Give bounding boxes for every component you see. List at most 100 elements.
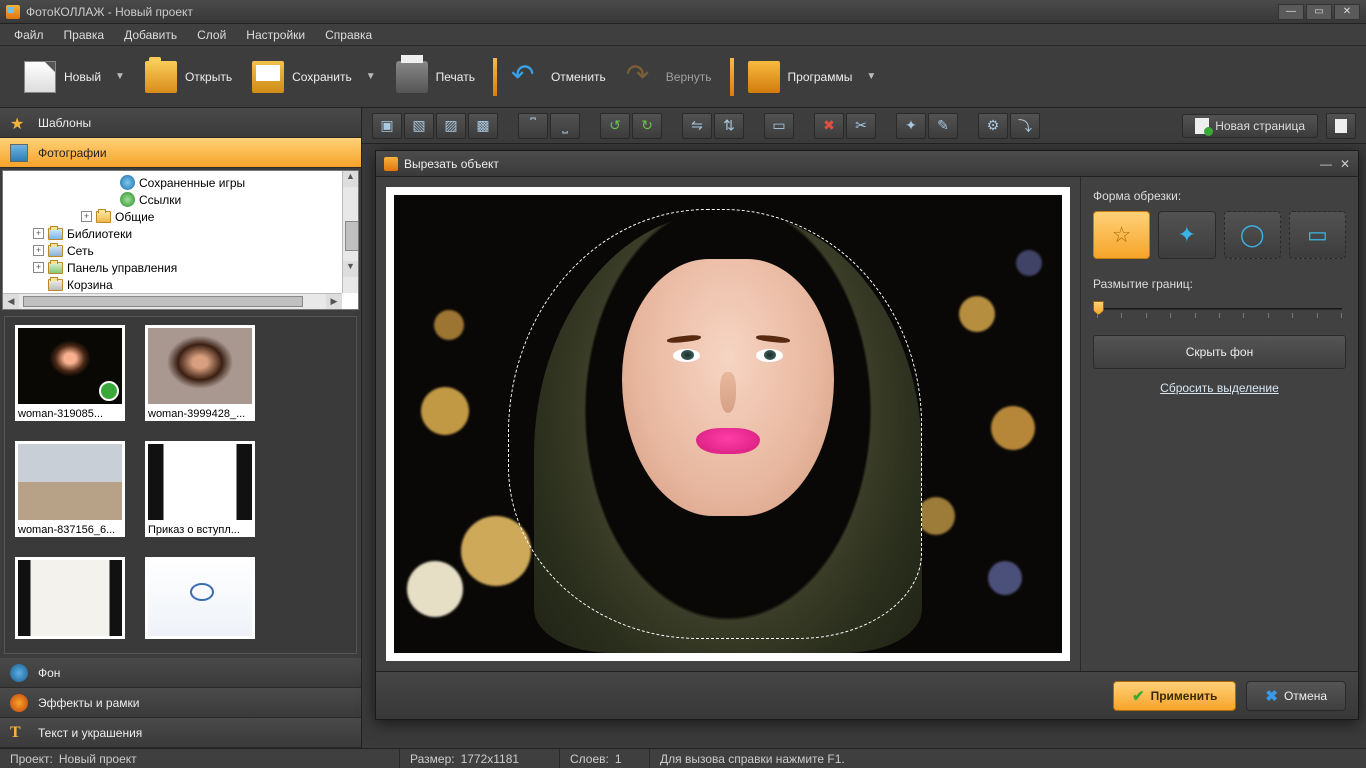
window-titlebar: ФотоКОЛЛАЖ - Новый проект — ▭ ✕	[0, 0, 1366, 24]
dialog-minimize-button[interactable]: —	[1320, 157, 1332, 171]
tree-item[interactable]: Ссылки	[139, 193, 181, 207]
shape-ellipse-button[interactable]: ◯	[1224, 211, 1281, 259]
apply-button[interactable]: ✔Применить	[1113, 681, 1236, 711]
layer-up-button[interactable]: ▧	[404, 113, 434, 139]
redo-label: Вернуть	[666, 70, 712, 84]
shape-freehand-button[interactable]: ☆	[1093, 211, 1150, 259]
layer-back-button[interactable]: ▩	[468, 113, 498, 139]
chevron-down-icon: ▼	[866, 71, 876, 82]
fit-button[interactable]: ▭	[764, 113, 794, 139]
tree-item[interactable]: Сеть	[67, 244, 94, 258]
undo-icon: ↶	[511, 61, 543, 93]
photo-preview[interactable]	[394, 195, 1062, 653]
network-icon	[48, 245, 63, 257]
tree-item[interactable]: Библиотеки	[67, 227, 132, 241]
flip-v-button[interactable]: ⇅	[714, 113, 744, 139]
expand-icon[interactable]: +	[33, 245, 44, 256]
blur-slider[interactable]	[1093, 299, 1346, 319]
save-button[interactable]: Сохранить ▼	[242, 57, 386, 97]
selection-outline[interactable]	[508, 209, 922, 640]
brush-button[interactable]: ✎	[928, 113, 958, 139]
save-label: Сохранить	[292, 70, 352, 84]
printer-icon	[396, 61, 428, 93]
category-background[interactable]: Фон	[0, 658, 361, 688]
tree-item[interactable]: Общие	[115, 210, 154, 224]
dialog-icon	[384, 157, 398, 171]
page-icon	[1335, 119, 1347, 133]
new-page-button[interactable]: Новая страница	[1182, 114, 1318, 138]
menu-help[interactable]: Справка	[315, 25, 382, 45]
category-text[interactable]: T Текст и украшения	[0, 718, 361, 748]
rotate-right-button[interactable]: ↻	[632, 113, 662, 139]
expand-icon[interactable]: +	[33, 262, 44, 273]
dialog-sidebar: Форма обрезки: ☆ ✦ ◯ ▭ Размытие границ: …	[1080, 177, 1358, 671]
saved-games-icon	[120, 175, 135, 190]
open-button[interactable]: Открыть	[135, 57, 242, 97]
new-file-icon	[24, 61, 56, 93]
globe-icon	[10, 664, 28, 682]
crop-button[interactable]: ✂	[846, 113, 876, 139]
align-top-button[interactable]: ⎴	[518, 113, 548, 139]
folder-open-icon	[145, 61, 177, 93]
programs-button[interactable]: Программы ▼	[738, 57, 887, 97]
thumbnail-item[interactable]	[15, 557, 125, 639]
tree-item[interactable]: Корзина	[67, 278, 113, 292]
dialog-close-button[interactable]: ✕	[1340, 157, 1350, 171]
category-effects[interactable]: Эффекты и рамки	[0, 688, 361, 718]
tree-item[interactable]: Сохраненные игры	[139, 176, 245, 190]
align-bottom-button[interactable]: ⎵	[550, 113, 580, 139]
menu-file[interactable]: Файл	[4, 25, 54, 45]
left-panel: ★ Шаблоны Фотографии Сохраненные игры Сс…	[0, 108, 362, 748]
cancel-label: Отмена	[1284, 689, 1327, 703]
tree-vscrollbar[interactable]: ▲▼	[342, 171, 358, 293]
menu-add[interactable]: Добавить	[114, 25, 187, 45]
thumbnail-item[interactable]: woman-3999428_...	[145, 325, 255, 421]
eyedropper-button[interactable]: ⤵	[1010, 113, 1040, 139]
layer-down-button[interactable]: ▨	[436, 113, 466, 139]
expand-icon[interactable]: +	[33, 228, 44, 239]
main-toolbar: Новый ▼ Открыть Сохранить ▼ Печать ↶ Отм…	[0, 46, 1366, 108]
shape-magic-button[interactable]: ✦	[1158, 211, 1215, 259]
thumbnail-item[interactable]: woman-837156_6...	[15, 441, 125, 537]
cancel-button[interactable]: ✖ Отмена	[1246, 681, 1346, 711]
delete-button[interactable]: ✖	[814, 113, 844, 139]
menu-edit[interactable]: Правка	[54, 25, 115, 45]
dialog-titlebar[interactable]: Вырезать объект — ✕	[376, 151, 1358, 177]
redo-button[interactable]: ↷ Вернуть	[616, 57, 722, 97]
thumbnail-item[interactable]: woman-319085...	[15, 325, 125, 421]
dialog-title: Вырезать объект	[404, 157, 499, 171]
thumbnail-item[interactable]: Приказ о вступл...	[145, 441, 255, 537]
page-options-button[interactable]	[1326, 113, 1356, 139]
gear-button[interactable]: ⚙	[978, 113, 1008, 139]
undo-button[interactable]: ↶ Отменить	[501, 57, 616, 97]
status-project: Проект: Новый проект	[0, 749, 400, 768]
shape-label: Форма обрезки:	[1093, 189, 1346, 203]
rotate-left-button[interactable]: ↺	[600, 113, 630, 139]
shape-rect-button[interactable]: ▭	[1289, 211, 1346, 259]
category-photos[interactable]: Фотографии	[0, 138, 361, 168]
print-button[interactable]: Печать	[386, 57, 485, 97]
category-templates[interactable]: ★ Шаблоны	[0, 108, 361, 138]
chevron-down-icon: ▼	[366, 71, 376, 82]
expand-icon[interactable]: +	[81, 211, 92, 222]
minimize-button[interactable]: —	[1278, 4, 1304, 20]
wand-button[interactable]: ✦	[896, 113, 926, 139]
new-label: Новый	[64, 70, 101, 84]
new-button[interactable]: Новый ▼	[14, 57, 135, 97]
thumbnail-item[interactable]	[145, 557, 255, 639]
reset-selection-link[interactable]: Сбросить выделение	[1093, 381, 1346, 395]
tree-item[interactable]: Панель управления	[67, 261, 177, 275]
folder-tree[interactable]: Сохраненные игры Ссылки + Общие + Библиоте…	[2, 170, 359, 310]
window-title: ФотоКОЛЛАЖ - Новый проект	[26, 5, 193, 19]
maximize-button[interactable]: ▭	[1306, 4, 1332, 20]
photo-thumbnails: woman-319085... woman-3999428_... woman-…	[4, 316, 357, 654]
flip-h-button[interactable]: ⇋	[682, 113, 712, 139]
dialog-canvas[interactable]	[376, 177, 1080, 671]
x-icon: ✖	[1265, 687, 1278, 705]
close-button[interactable]: ✕	[1334, 4, 1360, 20]
menu-layer[interactable]: Слой	[187, 25, 236, 45]
menu-settings[interactable]: Настройки	[236, 25, 315, 45]
layer-front-button[interactable]: ▣	[372, 113, 402, 139]
hide-background-button[interactable]: Скрыть фон	[1093, 335, 1346, 369]
tree-hscrollbar[interactable]: ◀▶	[3, 293, 342, 309]
